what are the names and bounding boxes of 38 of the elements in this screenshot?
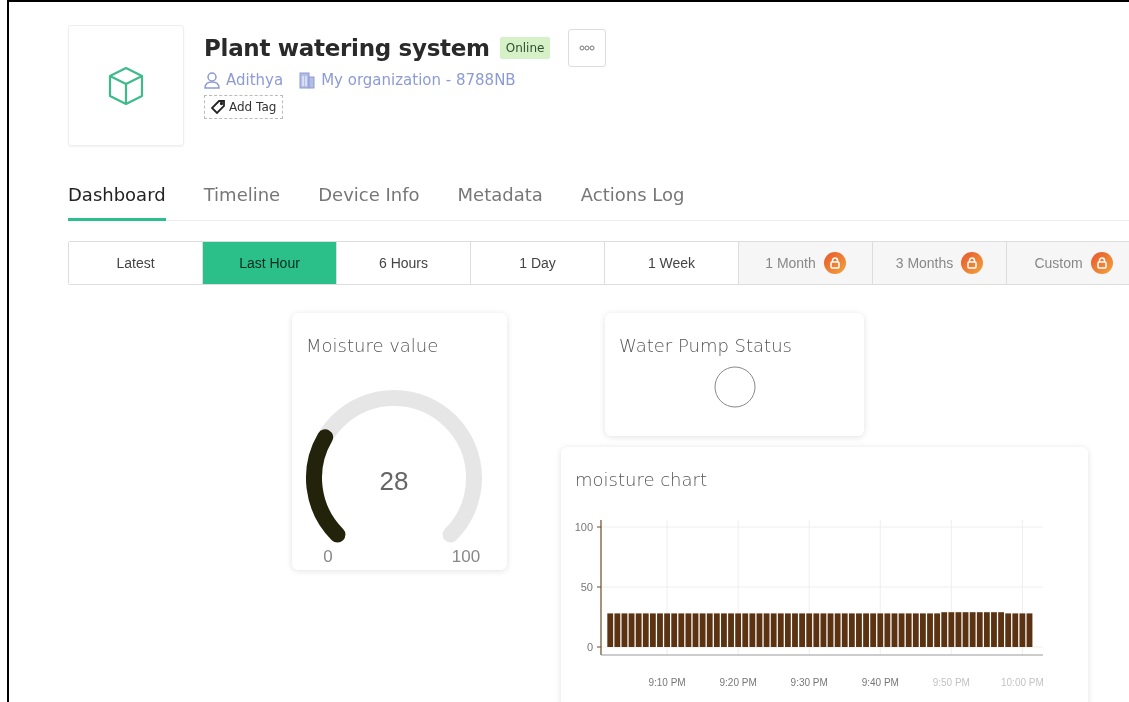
more-button[interactable] <box>568 29 607 67</box>
status-badge: Online <box>499 37 551 59</box>
widget-title: Water Pump Status <box>619 335 793 356</box>
lock-icon <box>1090 252 1113 274</box>
widget-title: Moisture value <box>306 335 440 356</box>
tab[interactable]: Dashboard <box>68 184 166 221</box>
cube-icon <box>108 65 144 106</box>
time-range-button[interactable]: 3 Months <box>873 242 1007 284</box>
gauge-value: 28 <box>379 466 409 496</box>
lock-icon <box>823 252 846 274</box>
gauge-min: 0 <box>323 547 333 566</box>
y-tick-label: 100 <box>574 521 593 533</box>
x-tick-label: 9:40 PM <box>861 677 899 688</box>
gauge-max: 100 <box>451 547 481 566</box>
tab[interactable]: Actions Log <box>580 184 685 221</box>
tab[interactable]: Timeline <box>203 184 281 221</box>
y-tick-label: 0 <box>586 641 593 653</box>
add-tag-button[interactable]: Add Tag <box>204 95 284 119</box>
lock-icon <box>961 252 984 274</box>
time-range-button[interactable]: Last Hour <box>203 242 337 284</box>
time-range-button[interactable]: Latest <box>69 242 203 284</box>
device-title: Plant watering system <box>204 35 490 61</box>
tag-icon <box>211 100 225 114</box>
x-tick-label: 9:10 PM <box>648 677 686 688</box>
x-tick-label: 9:50 PM <box>932 677 970 688</box>
user-icon <box>204 71 220 89</box>
more-icon <box>579 45 596 51</box>
time-range-button[interactable]: 1 Month <box>739 242 873 284</box>
tab[interactable]: Device Info <box>318 184 420 221</box>
tab[interactable]: Metadata <box>457 184 543 221</box>
x-tick-label: 9:20 PM <box>719 677 757 688</box>
y-tick-label: 50 <box>580 581 593 593</box>
organization-link[interactable]: My organization - 8788NB <box>321 71 516 89</box>
widget-title: moisture chart <box>575 469 708 490</box>
x-tick-label: 9:30 PM <box>790 677 828 688</box>
owner-link[interactable]: Adithya <box>226 71 284 89</box>
time-range-button[interactable]: Custom <box>1007 242 1129 284</box>
building-icon <box>299 71 316 89</box>
